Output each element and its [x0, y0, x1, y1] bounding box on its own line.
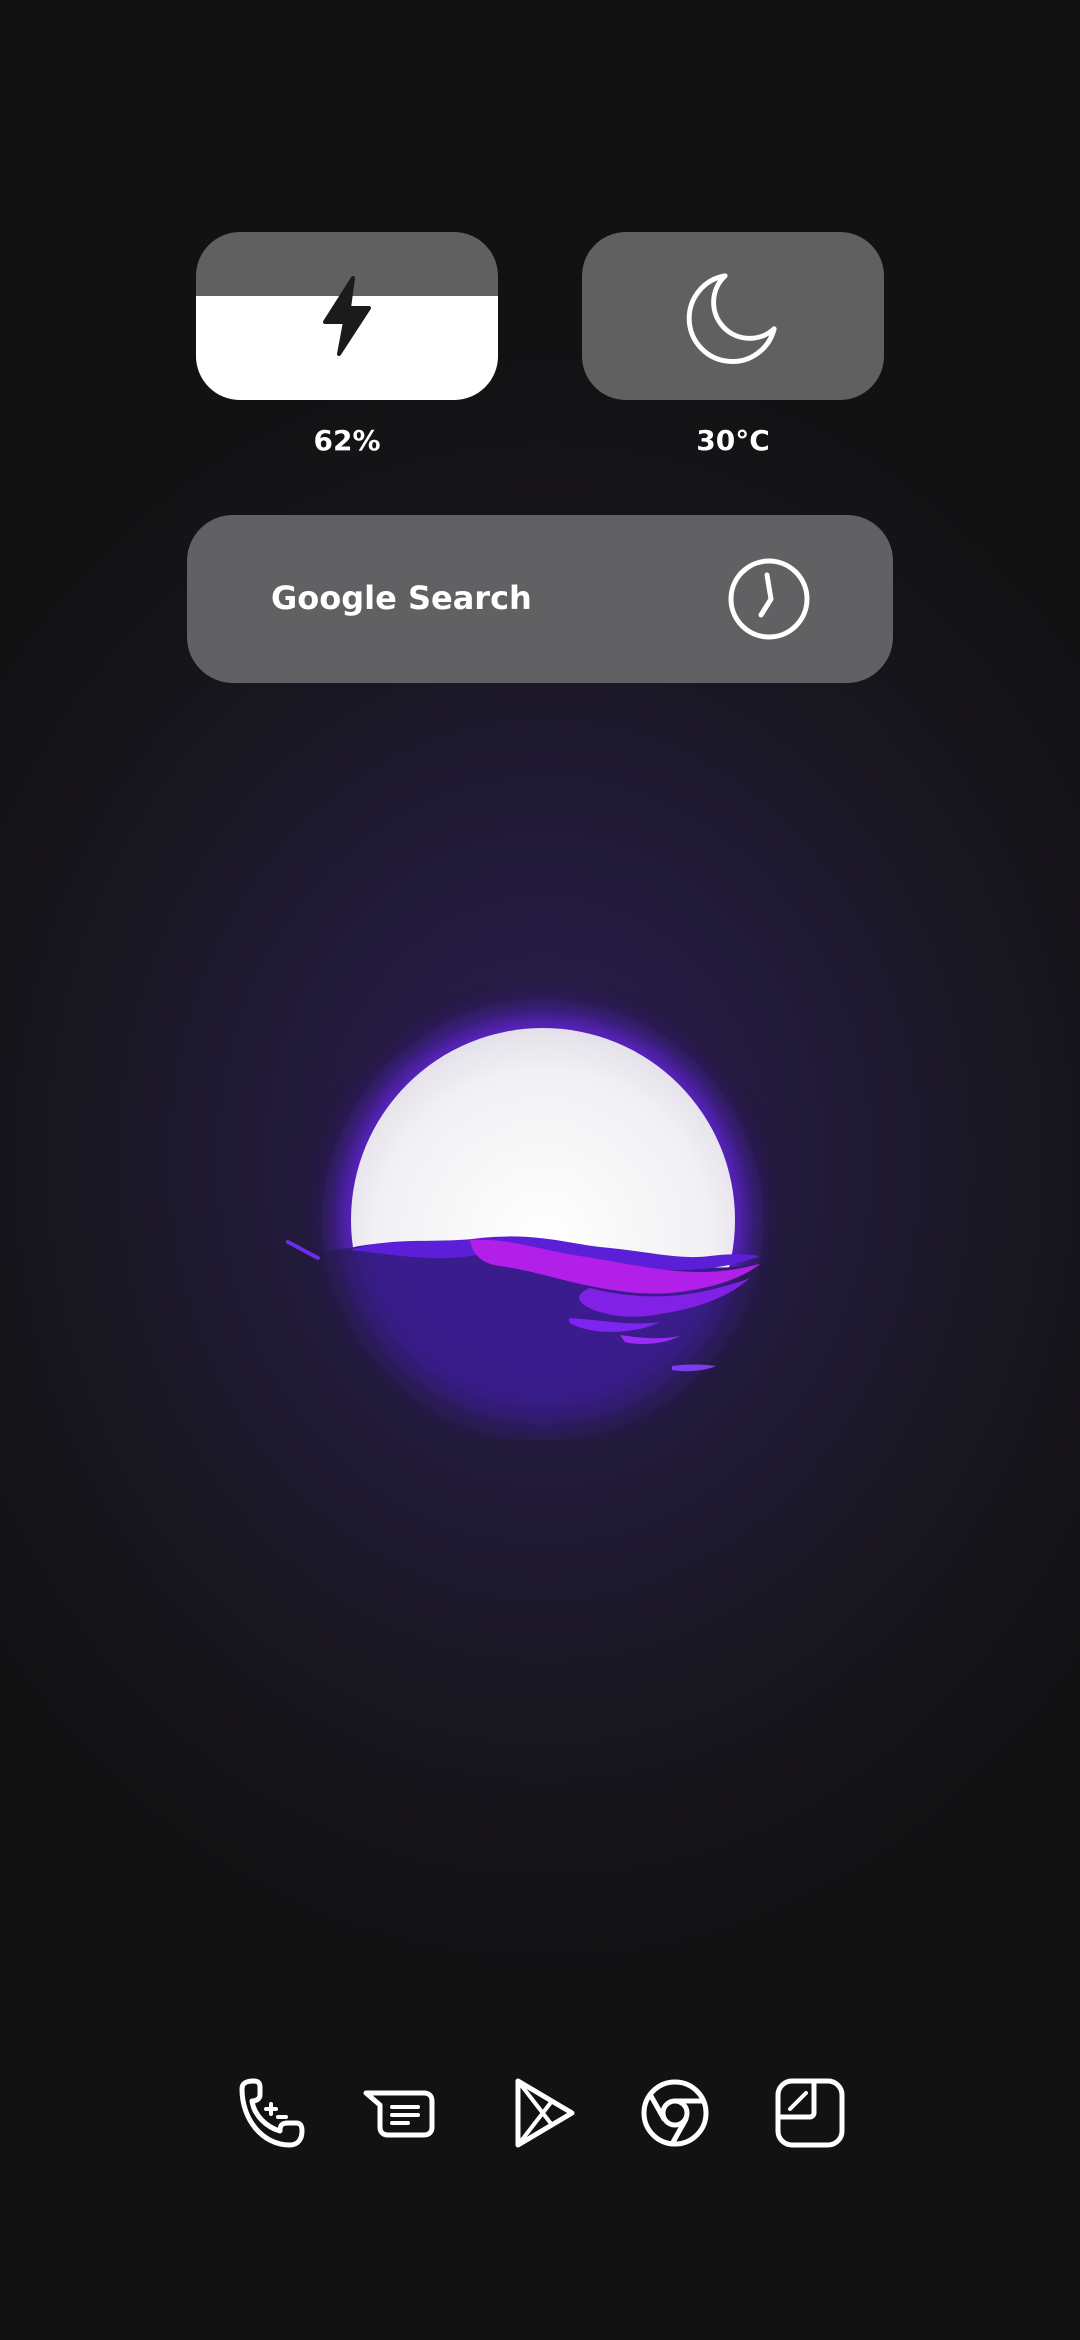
gallery-icon[interactable] [772, 2075, 848, 2151]
wallpaper-moon-art [286, 1015, 760, 1425]
battery-percentage-label: 62% [313, 424, 381, 457]
weather-widget[interactable] [582, 232, 884, 400]
chrome-icon[interactable] [637, 2075, 713, 2151]
search-label: Google Search [271, 579, 532, 617]
battery-widget[interactable] [196, 232, 498, 400]
phone-icon[interactable] [232, 2075, 308, 2151]
google-search-widget[interactable]: Google Search [187, 515, 893, 683]
message-icon[interactable] [362, 2075, 438, 2151]
play-store-icon[interactable] [506, 2075, 582, 2151]
lightning-bolt-icon [323, 276, 371, 356]
temperature-label: 30°C [696, 424, 770, 457]
app-dock [0, 2075, 1080, 2151]
clock-icon[interactable] [727, 557, 811, 641]
home-screen: 62% 30°C Google Search [0, 0, 1080, 2340]
moon-icon [686, 273, 777, 364]
